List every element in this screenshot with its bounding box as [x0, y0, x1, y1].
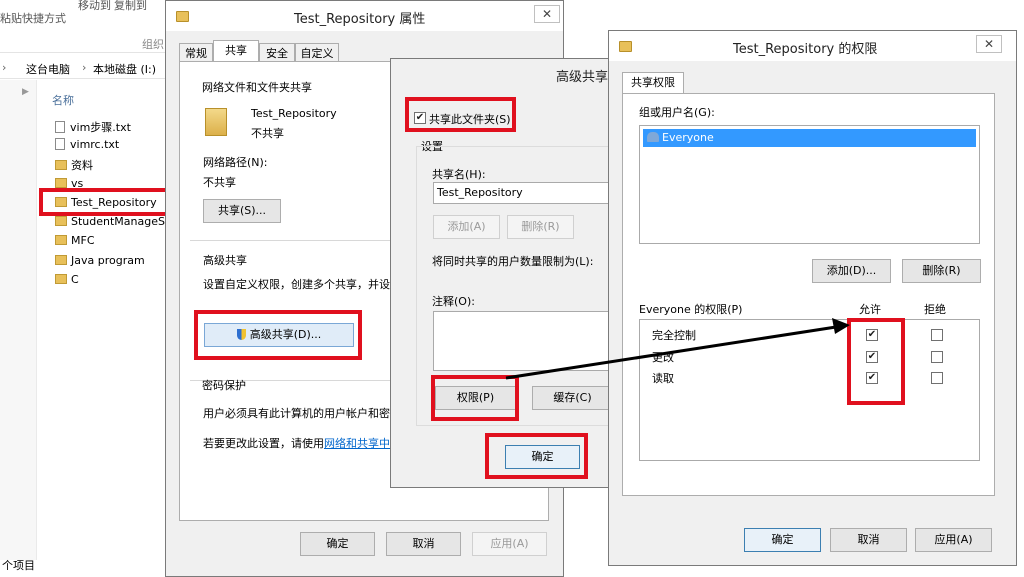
- annotation-arrow: [505, 318, 850, 380]
- arrow-head-icon: [832, 318, 850, 334]
- arrow-line: [505, 325, 837, 380]
